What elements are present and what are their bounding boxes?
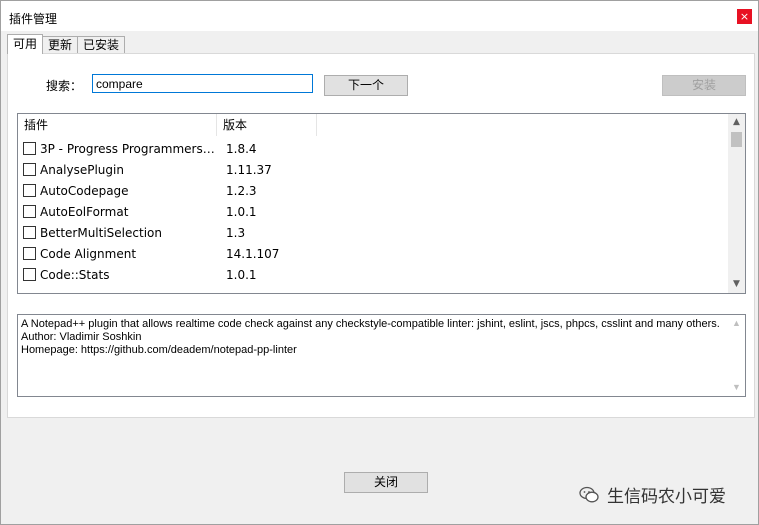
plugin-name: Code::Stats bbox=[40, 267, 110, 282]
tab-available[interactable]: 可用 bbox=[7, 34, 44, 54]
plugin-list[interactable]: 插件 版本 3P - Progress Programmers ... 1.8.… bbox=[17, 113, 746, 294]
plugin-version: 1.3 bbox=[226, 225, 246, 240]
row-checkbox[interactable] bbox=[23, 163, 36, 176]
scroll-up-icon[interactable]: ▲ bbox=[728, 114, 745, 131]
next-button[interactable]: 下一个 bbox=[324, 75, 408, 96]
table-row[interactable]: 3P - Progress Programmers ... 1.8.4 bbox=[18, 138, 730, 159]
row-checkbox[interactable] bbox=[23, 142, 36, 155]
search-label: 搜索： bbox=[46, 79, 83, 93]
tab-installed[interactable]: 已安装 bbox=[77, 36, 126, 54]
plugin-name: BetterMultiSelection bbox=[40, 225, 162, 240]
search-input[interactable] bbox=[92, 74, 313, 93]
table-row[interactable]: AnalysePlugin 1.11.37 bbox=[18, 159, 730, 180]
plugin-description: A Notepad++ plugin that allows realtime … bbox=[17, 314, 746, 397]
row-checkbox[interactable] bbox=[23, 268, 36, 281]
watermark-text: 生信码农小可爱 bbox=[607, 487, 726, 507]
window-title: 插件管理 bbox=[9, 12, 58, 26]
list-scrollbar[interactable]: ▲ ▼ bbox=[728, 114, 745, 293]
scroll-up-icon[interactable]: ▲ bbox=[728, 315, 745, 332]
description-author: Author: Vladimir Soshkin bbox=[21, 331, 142, 343]
description-scrollbar[interactable]: ▲ ▼ bbox=[728, 315, 745, 396]
tab-updates[interactable]: 更新 bbox=[42, 36, 79, 54]
table-row[interactable]: BetterMultiSelection 1.3 bbox=[18, 222, 730, 243]
row-checkbox[interactable] bbox=[23, 247, 36, 260]
row-checkbox[interactable] bbox=[23, 226, 36, 239]
tab-panel: 搜索： 下一个 安装 插件 版本 3P - Progress Programme… bbox=[7, 53, 755, 418]
description-homepage: Homepage: https://github.com/deadem/note… bbox=[21, 344, 297, 356]
row-checkbox[interactable] bbox=[23, 205, 36, 218]
install-button[interactable]: 安装 bbox=[662, 75, 746, 96]
close-button[interactable]: 关闭 bbox=[344, 472, 428, 493]
window-close-button[interactable]: × bbox=[737, 9, 752, 24]
row-checkbox[interactable] bbox=[23, 184, 36, 197]
scroll-down-icon[interactable]: ▼ bbox=[728, 379, 745, 396]
table-row[interactable]: Code::Stats 1.0.1 bbox=[18, 264, 730, 285]
table-row[interactable]: AutoEolFormat 1.0.1 bbox=[18, 201, 730, 222]
tab-bar: 可用 更新 已安装 bbox=[7, 34, 126, 54]
column-header-plugin[interactable]: 插件 bbox=[18, 114, 217, 136]
plugin-name: 3P - Progress Programmers ... bbox=[40, 141, 217, 156]
wechat-icon bbox=[579, 486, 599, 502]
plugin-name: AnalysePlugin bbox=[40, 162, 124, 177]
scroll-thumb[interactable] bbox=[731, 132, 742, 147]
plugin-manager-window: 插件管理 × 可用 更新 已安装 搜索： 下一个 安装 插件 版本 3P - P… bbox=[0, 0, 759, 525]
plugin-version: 1.0.1 bbox=[226, 267, 257, 282]
plugin-version: 1.11.37 bbox=[226, 162, 272, 177]
title-bar: 插件管理 × bbox=[1, 1, 758, 31]
plugin-version: 1.8.4 bbox=[226, 141, 257, 156]
list-header: 插件 版本 bbox=[18, 114, 730, 136]
list-rows: 3P - Progress Programmers ... 1.8.4 Anal… bbox=[18, 138, 730, 285]
plugin-name: AutoEolFormat bbox=[40, 204, 129, 219]
table-row[interactable]: AutoCodepage 1.2.3 bbox=[18, 180, 730, 201]
scroll-down-icon[interactable]: ▼ bbox=[728, 276, 745, 293]
plugin-name: Code Alignment bbox=[40, 246, 137, 261]
plugin-version: 1.0.1 bbox=[226, 204, 257, 219]
table-row[interactable]: Code Alignment 14.1.107 bbox=[18, 243, 730, 264]
plugin-version: 1.2.3 bbox=[226, 183, 257, 198]
watermark: 生信码农小可爱 bbox=[579, 482, 726, 507]
plugin-name: AutoCodepage bbox=[40, 183, 129, 198]
plugin-version: 14.1.107 bbox=[226, 246, 280, 261]
description-line: A Notepad++ plugin that allows realtime … bbox=[21, 318, 720, 330]
column-header-version[interactable]: 版本 bbox=[217, 114, 317, 136]
